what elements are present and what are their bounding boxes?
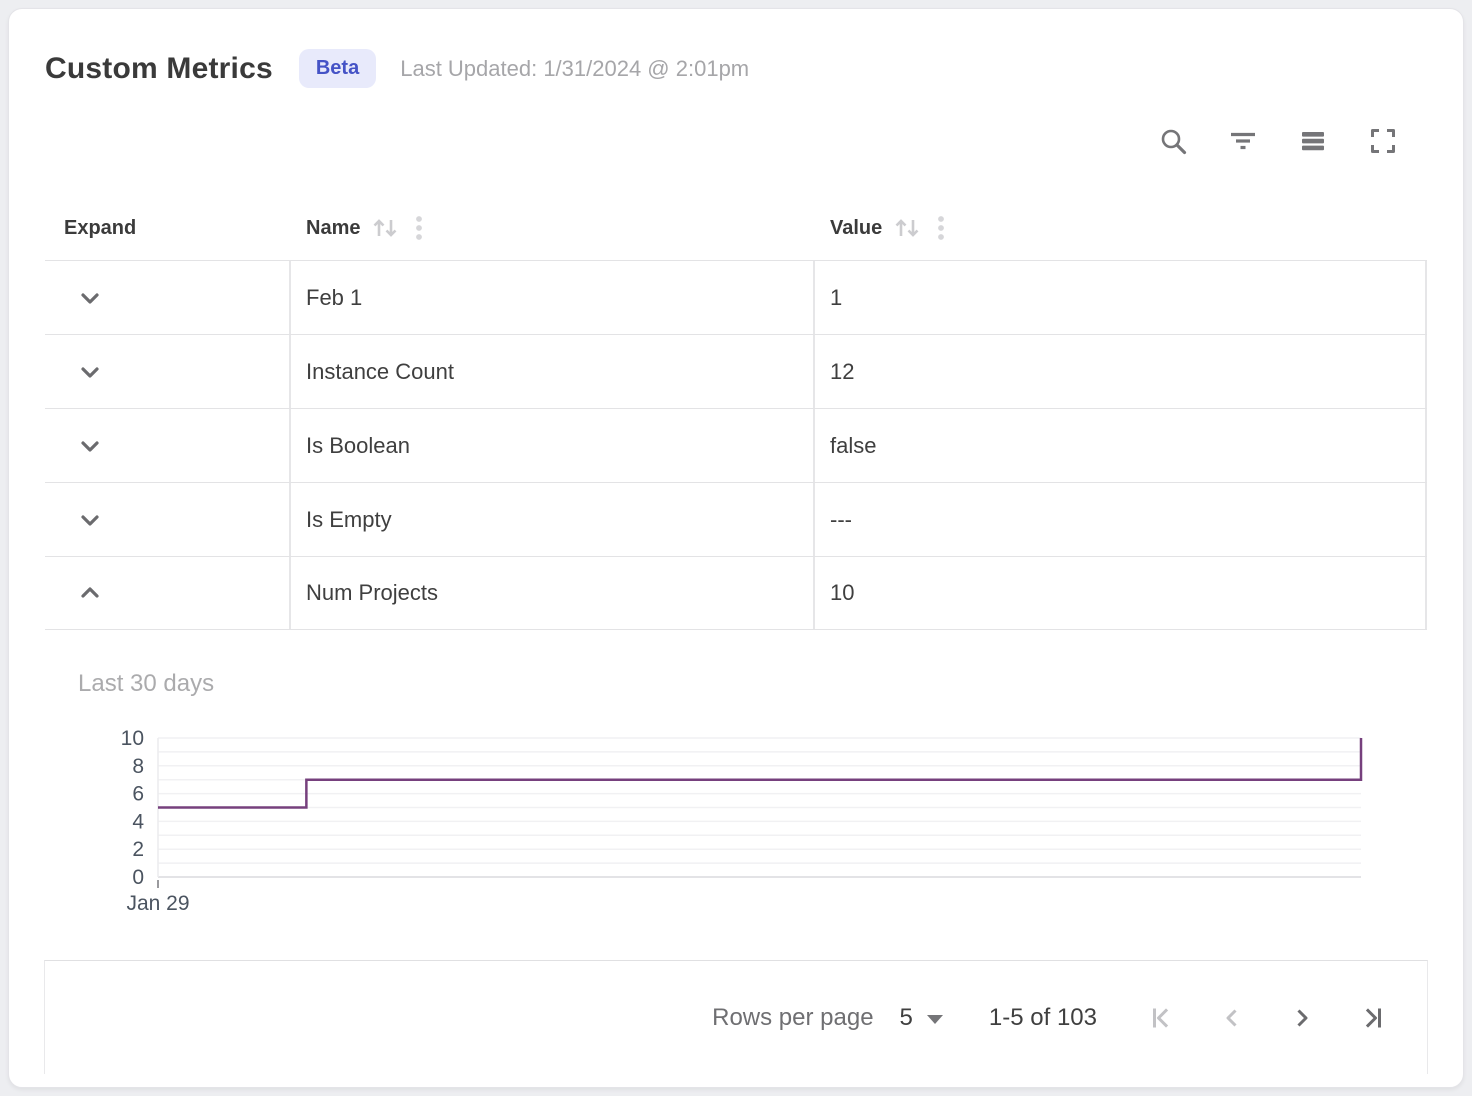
search-button[interactable] [1157,125,1189,157]
column-label: Name [306,217,360,240]
search-icon [1158,126,1188,156]
first-page-button[interactable] [1147,1003,1177,1033]
expand-cell [45,335,289,408]
chevron-down-icon [76,358,104,386]
fullscreen-button[interactable] [1367,125,1399,157]
chevron-down-icon [76,284,104,312]
row-expand-button[interactable] [75,431,105,461]
expand-cell [45,409,289,482]
first-page-icon [1148,1004,1176,1032]
num-projects-chart: 0 2 4 6 8 10 Jan 29 [105,730,1385,920]
svg-text:Jan 29: Jan 29 [126,892,189,915]
density-icon [1298,126,1328,156]
table-row: Num Projects 10 [45,556,1427,630]
column-menu-icon[interactable] [414,213,424,243]
metric-value-cell: --- [813,483,1427,556]
dropdown-arrow-icon [927,1015,943,1024]
table-row: Instance Count 12 [45,334,1427,408]
column-header-value[interactable]: Value [813,213,1427,243]
chart-container: 0 2 4 6 8 10 Jan 29 [105,730,1427,920]
chevron-up-icon [76,579,104,607]
sort-icon[interactable] [370,215,402,241]
table-body: Feb 1 1 Instance Count 12 Is Boolean fal… [45,260,1427,630]
pagination-nav [1147,1003,1387,1033]
metric-value-cell: false [813,409,1427,482]
metric-name-cell: Is Boolean [289,409,813,482]
table-row: Is Empty --- [45,482,1427,556]
previous-page-button[interactable] [1217,1003,1247,1033]
chevron-down-icon [76,432,104,460]
chevron-down-icon [76,506,104,534]
chevron-right-icon [1288,1004,1316,1032]
svg-text:0: 0 [132,866,144,889]
svg-text:10: 10 [121,730,144,750]
sort-icon[interactable] [892,215,924,241]
row-expand-button[interactable] [75,357,105,387]
custom-metrics-card: Custom Metrics Beta Last Updated: 1/31/2… [8,8,1464,1088]
table-header-row: Expand Name Value [45,196,1427,260]
metric-name-cell: Instance Count [289,335,813,408]
chevron-left-icon [1218,1004,1246,1032]
expand-cell [45,557,289,629]
svg-text:6: 6 [132,783,144,806]
filter-icon [1228,126,1258,156]
svg-text:4: 4 [132,810,144,833]
row-expand-button[interactable] [75,505,105,535]
column-label: Value [830,217,882,240]
pagination-footer: Rows per page 5 1-5 of 103 [44,960,1428,1074]
metric-name-cell: Feb 1 [289,261,813,334]
column-menu-icon[interactable] [936,213,946,243]
table-row: Is Boolean false [45,408,1427,482]
metric-value-cell: 10 [813,557,1427,629]
expand-cell [45,483,289,556]
row-collapse-button[interactable] [75,578,105,608]
card-header: Custom Metrics Beta Last Updated: 1/31/2… [45,49,1427,88]
rows-per-page-label: Rows per page [712,1004,873,1032]
metric-name-cell: Num Projects [289,557,813,629]
rows-per-page-select[interactable]: 5 [874,1004,943,1032]
filter-button[interactable] [1227,125,1259,157]
metric-name-cell: Is Empty [289,483,813,556]
metric-value-cell: 1 [813,261,1427,334]
density-button[interactable] [1297,125,1329,157]
svg-text:8: 8 [132,755,144,778]
svg-text:2: 2 [132,838,144,861]
column-label: Expand [64,217,136,240]
row-expand-button[interactable] [75,283,105,313]
column-header-name[interactable]: Name [289,213,813,243]
last-page-button[interactable] [1357,1003,1387,1033]
column-header-expand: Expand [45,217,289,240]
metric-value-cell: 12 [813,335,1427,408]
rows-per-page-value: 5 [900,1004,913,1032]
next-page-button[interactable] [1287,1003,1317,1033]
page-range-label: 1-5 of 103 [989,1004,1097,1032]
last-updated-text: Last Updated: 1/31/2024 @ 2:01pm [400,56,749,82]
expand-cell [45,261,289,334]
fullscreen-icon [1368,126,1398,156]
grid-toolbar [45,126,1427,156]
table-row: Feb 1 1 [45,260,1427,334]
beta-badge: Beta [299,49,376,88]
chart-title: Last 30 days [78,670,1427,698]
page-title: Custom Metrics [45,52,273,86]
last-page-icon [1358,1004,1386,1032]
